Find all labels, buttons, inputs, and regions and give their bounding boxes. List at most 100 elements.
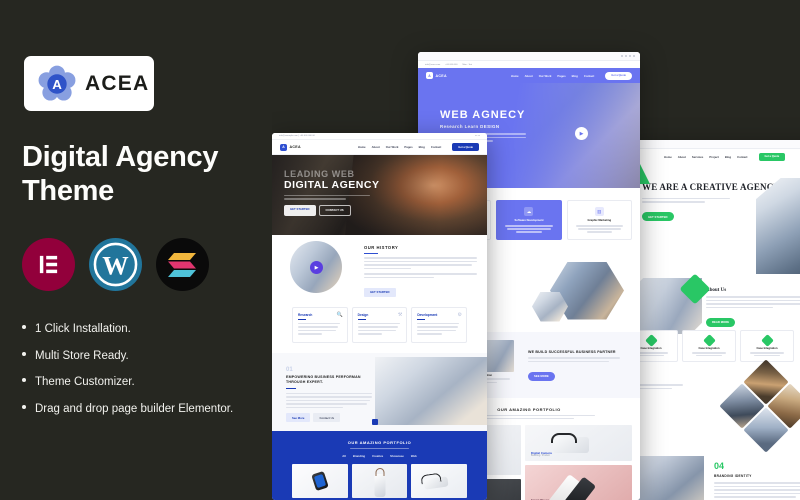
blue-nav-5[interactable]: Contact: [584, 74, 594, 78]
main-nav-4[interactable]: Blog: [419, 145, 425, 149]
green-nav-3[interactable]: Project: [709, 155, 718, 159]
main-hero-button-primary[interactable]: GET STARTED: [284, 204, 316, 216]
green-nav-2[interactable]: Services: [692, 155, 704, 159]
blue-navbar[interactable]: A ACEA Home About Our Work Pages Blog Co…: [418, 68, 640, 83]
main-nav-1[interactable]: About: [372, 145, 380, 149]
main-nav-5[interactable]: Contact: [431, 145, 441, 149]
filter-showcase[interactable]: Showcase: [390, 454, 404, 458]
green-about-button[interactable]: READ MORE: [706, 317, 736, 327]
blue-card[interactable]: ▥ Graphic Marketing: [566, 200, 632, 240]
filter-web[interactable]: Web: [411, 454, 417, 458]
green-nav-4[interactable]: Blog: [725, 155, 731, 159]
main-hero: LEADING WEB DIGITAL AGENCY GET STARTED C…: [272, 155, 487, 235]
blue-card-title: Graphic Marketing: [587, 219, 612, 222]
blue-play-icon[interactable]: ▶: [575, 127, 588, 140]
filter-all[interactable]: All: [342, 454, 346, 458]
main-navbar[interactable]: A ACEA Home About Our Work Pages Blog Co…: [272, 140, 487, 155]
cloud-icon: ☁: [524, 207, 534, 216]
main-cta-button-primary[interactable]: See More: [286, 413, 311, 423]
desktop-mockup-green[interactable]: Home About Services Project Blog Contact…: [628, 140, 800, 500]
elementor-badge[interactable]: [22, 238, 75, 291]
gear-icon: ⚙: [457, 312, 463, 318]
magnifier-icon: 🔍: [336, 312, 343, 318]
blue-nav-2[interactable]: Our Work: [539, 74, 552, 78]
feature-label: Multi Store Ready.: [35, 349, 129, 362]
browser-chrome-dots: [628, 140, 800, 149]
main-nav-3[interactable]: Pages: [404, 145, 412, 149]
green-card-row: Case Integration Case Integration Case I…: [628, 330, 794, 362]
browser-chrome-dots: [418, 52, 640, 61]
bullet-icon: [22, 351, 26, 356]
main-card-row: Research 🔍 Design ⚒ Development ⚙: [272, 301, 487, 353]
main-cta-button-secondary[interactable]: Contact Us: [313, 413, 341, 423]
blue-brand-mark: A: [426, 72, 433, 79]
bullet-icon: [22, 378, 26, 383]
green-nav-1[interactable]: About: [678, 155, 686, 159]
product-phone[interactable]: Smart Phone Branding / Mobile: [524, 465, 632, 500]
main-nav-2[interactable]: Our Work: [386, 145, 399, 149]
blue-nav-cta[interactable]: Get a Quote: [605, 71, 632, 80]
main-card[interactable]: Design ⚒: [351, 307, 408, 343]
blue-nav-4[interactable]: Blog: [572, 74, 578, 78]
green-nav-0[interactable]: Home: [664, 155, 672, 159]
green-card[interactable]: Case Integration: [682, 330, 736, 362]
main-nav-cta[interactable]: Get a Quote: [452, 143, 479, 151]
filter-branding[interactable]: Branding: [353, 454, 365, 458]
product-watch[interactable]: [292, 464, 348, 499]
green-section-label: BRANDING IDENTITY: [714, 474, 752, 478]
blue-hero-subtitle: Research Learn DESIGN: [440, 124, 500, 130]
desktop-mockup-main[interactable]: info@example.com | +00 000 000 00 ▪ ▪ ▪ …: [272, 133, 487, 500]
main-portfolio-title: OUR AMAZING PORTFOLIO: [347, 439, 412, 445]
blue-nav-0[interactable]: Home: [511, 74, 519, 78]
main-play-icon[interactable]: ▶: [310, 261, 323, 274]
green-navbar[interactable]: Home About Services Project Blog Contact…: [628, 149, 800, 164]
green-nav-5[interactable]: Contact: [737, 155, 747, 159]
green-nav-cta[interactable]: Get a Quote: [758, 152, 786, 161]
main-brand[interactable]: A ACEA: [280, 143, 301, 151]
blue-brand[interactable]: A ACEA: [426, 72, 447, 79]
brand-logo-badge[interactable]: A ACEA: [24, 56, 154, 111]
product-camera[interactable]: Digital Camera Branding / Product: [524, 425, 632, 461]
filter-creative[interactable]: Creative: [372, 454, 383, 458]
main-portfolio: OUR AMAZING PORTFOLIO All Branding Creat…: [272, 430, 487, 500]
product-vr[interactable]: [411, 464, 468, 499]
main-history-button[interactable]: GET STARTED: [364, 287, 396, 297]
blue-hero-title: WEB AGNECY: [440, 109, 526, 121]
svg-text:A: A: [52, 77, 62, 92]
main-card-title: Design: [357, 313, 369, 317]
main-topbar: info@example.com | +00 000 000 00 ▪ ▪ ▪ …: [272, 133, 487, 140]
main-card[interactable]: Research 🔍: [292, 307, 348, 343]
left-info-panel: A ACEA Digital Agency Theme W 1 Click In…: [0, 0, 272, 500]
blue-card-title: Software Development: [514, 219, 544, 222]
blue-build-title: WE BUILD SUCCESSFUL BUSINESS PARTNER: [528, 349, 616, 354]
green-card-title: Case Integration: [698, 347, 720, 350]
blue-card-active[interactable]: ☁ Software Development: [496, 200, 562, 240]
feature-item: 1 Click Installation.: [22, 322, 262, 338]
blue-nav-3[interactable]: Pages: [557, 74, 565, 78]
green-card[interactable]: Case Integration: [740, 330, 794, 362]
brand-logo-text: ACEA: [85, 71, 150, 95]
main-nav-0[interactable]: Home: [358, 145, 366, 149]
wordpress-badge[interactable]: W: [89, 238, 142, 291]
main-portfolio-filters[interactable]: All Branding Creative Showcase Web: [280, 454, 479, 458]
solana-badge[interactable]: [156, 238, 209, 291]
blue-build-button[interactable]: SEE MORE: [528, 371, 555, 381]
page-title: Digital Agency Theme: [22, 141, 219, 208]
main-history: ▶ OUR HISTORY GET STARTED: [272, 235, 487, 301]
feature-label: Drag and drop page builder Elementor.: [35, 402, 234, 415]
main-cta-section: 01 EMPOWERING BUSINESS PERFORMAN THROUGH…: [272, 352, 487, 431]
main-carousel-dot[interactable]: [372, 418, 378, 425]
main-cta-title: EMPOWERING BUSINESS PERFORMAN THROUGH EX…: [286, 374, 361, 384]
main-card-title: Research: [298, 313, 313, 317]
main-card[interactable]: Development ⚙: [411, 307, 468, 343]
blue-topbar: info@acea.com +00 000 000 Mon - Sat: [418, 61, 640, 68]
product-bottle[interactable]: [351, 464, 408, 499]
green-gallery: [628, 359, 800, 453]
green-diamond-photos: [719, 359, 800, 453]
feature-label: Theme Customizer.: [35, 376, 135, 389]
blue-nav-1[interactable]: About: [525, 74, 533, 78]
green-numbered-section: 04 BRANDING IDENTITY READ MORE CONTACT: [628, 452, 800, 500]
product-sub: Branding / Product: [530, 455, 550, 457]
green-hero-button[interactable]: GET STARTED: [642, 212, 674, 222]
main-hero-button-secondary[interactable]: CONTACT US: [318, 204, 351, 216]
